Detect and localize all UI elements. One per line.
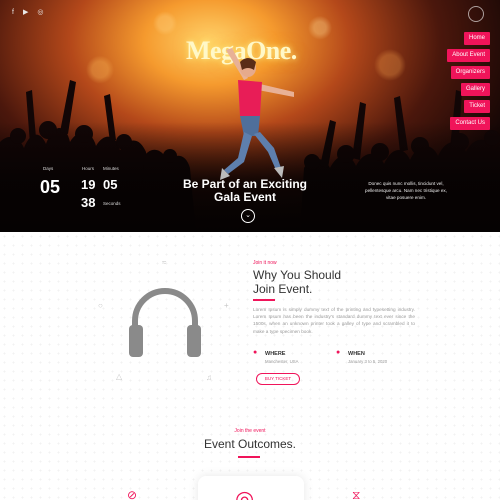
plus-icon: + xyxy=(224,301,229,310)
days-value: 05 xyxy=(40,177,61,197)
where-title: WHERE xyxy=(265,351,286,357)
nav-about-event[interactable]: About Event xyxy=(447,49,490,62)
minutes-value: 05 xyxy=(103,177,118,192)
nav-home[interactable]: Home xyxy=(463,32,490,45)
section-title-line2: Join Event. xyxy=(253,282,313,296)
outcomes-underline xyxy=(238,456,260,458)
section-eyebrow: Join it now xyxy=(253,260,277,266)
outcomes-eyebrow: Join the event xyxy=(234,428,266,434)
section-title: Why You Should Join Event. xyxy=(253,268,341,296)
hero-description: Donec quis nunc mollis, tincidunt vel, p… xyxy=(365,181,447,200)
gift-icon: ⧖ xyxy=(352,488,361,500)
facebook-icon[interactable]: f xyxy=(12,9,14,16)
days-label: Days xyxy=(43,166,54,171)
scroll-down-button[interactable]: ⌄ xyxy=(241,209,255,223)
menu-toggle-button[interactable] xyxy=(468,6,484,22)
nav-organizers[interactable]: Organizers xyxy=(450,66,490,79)
title-underline xyxy=(253,299,275,301)
headphones-icon xyxy=(129,288,201,357)
dancer-figure xyxy=(220,48,294,180)
where-value: Manchester, USA xyxy=(265,359,299,364)
hours-value: 19 xyxy=(81,177,96,192)
seconds-label: Seconds xyxy=(103,201,121,206)
dotted-background xyxy=(0,232,500,500)
hero-title-line2: Gala Event xyxy=(213,190,277,204)
buy-ticket-button[interactable]: BUY TICKET xyxy=(256,373,300,385)
outcome-card[interactable]: ◎ xyxy=(198,476,304,500)
hero-banner: f ▶ ◎ MegaOne. Home About Event Organize… xyxy=(0,0,500,232)
location-pin-icon: ● xyxy=(253,349,258,356)
section-body-text: Lorem Ipsum is simply dummy text of the … xyxy=(253,307,415,334)
social-links: f ▶ ◎ xyxy=(12,9,43,16)
instagram-icon[interactable]: ◎ xyxy=(37,9,43,16)
no-sign-icon: ⊘ xyxy=(127,488,138,500)
when-value: January 3 to 5, 2020 xyxy=(348,359,388,364)
nav-gallery[interactable]: Gallery xyxy=(460,83,490,96)
calendar-icon: ● xyxy=(336,349,341,356)
minutes-label: Minutes xyxy=(103,166,119,171)
chevron-down-icon: ⌄ xyxy=(245,212,251,219)
section-title-line1: Why You Should xyxy=(253,268,342,282)
bell-decor-icon: ♫ xyxy=(206,373,212,382)
when-title: WHEN xyxy=(348,351,365,357)
hours-label: Hours xyxy=(82,166,95,171)
nav-ticket[interactable]: Ticket xyxy=(464,100,490,113)
nav-contact-us[interactable]: Contact Us xyxy=(450,117,490,130)
target-icon: ◎ xyxy=(235,486,255,500)
outcomes-title: Event Outcomes. xyxy=(203,437,297,451)
triangle-decor-icon: △ xyxy=(116,372,123,381)
hero-title: Be Part of an Exciting Gala Event xyxy=(160,178,330,204)
wave-icon: ≈ xyxy=(162,258,167,267)
youtube-icon[interactable]: ▶ xyxy=(23,9,28,16)
circle-decor-icon: ○ xyxy=(98,301,103,310)
main-navigation: Home About Event Organizers Gallery Tick… xyxy=(447,32,490,130)
seconds-value: 38 xyxy=(81,195,96,210)
